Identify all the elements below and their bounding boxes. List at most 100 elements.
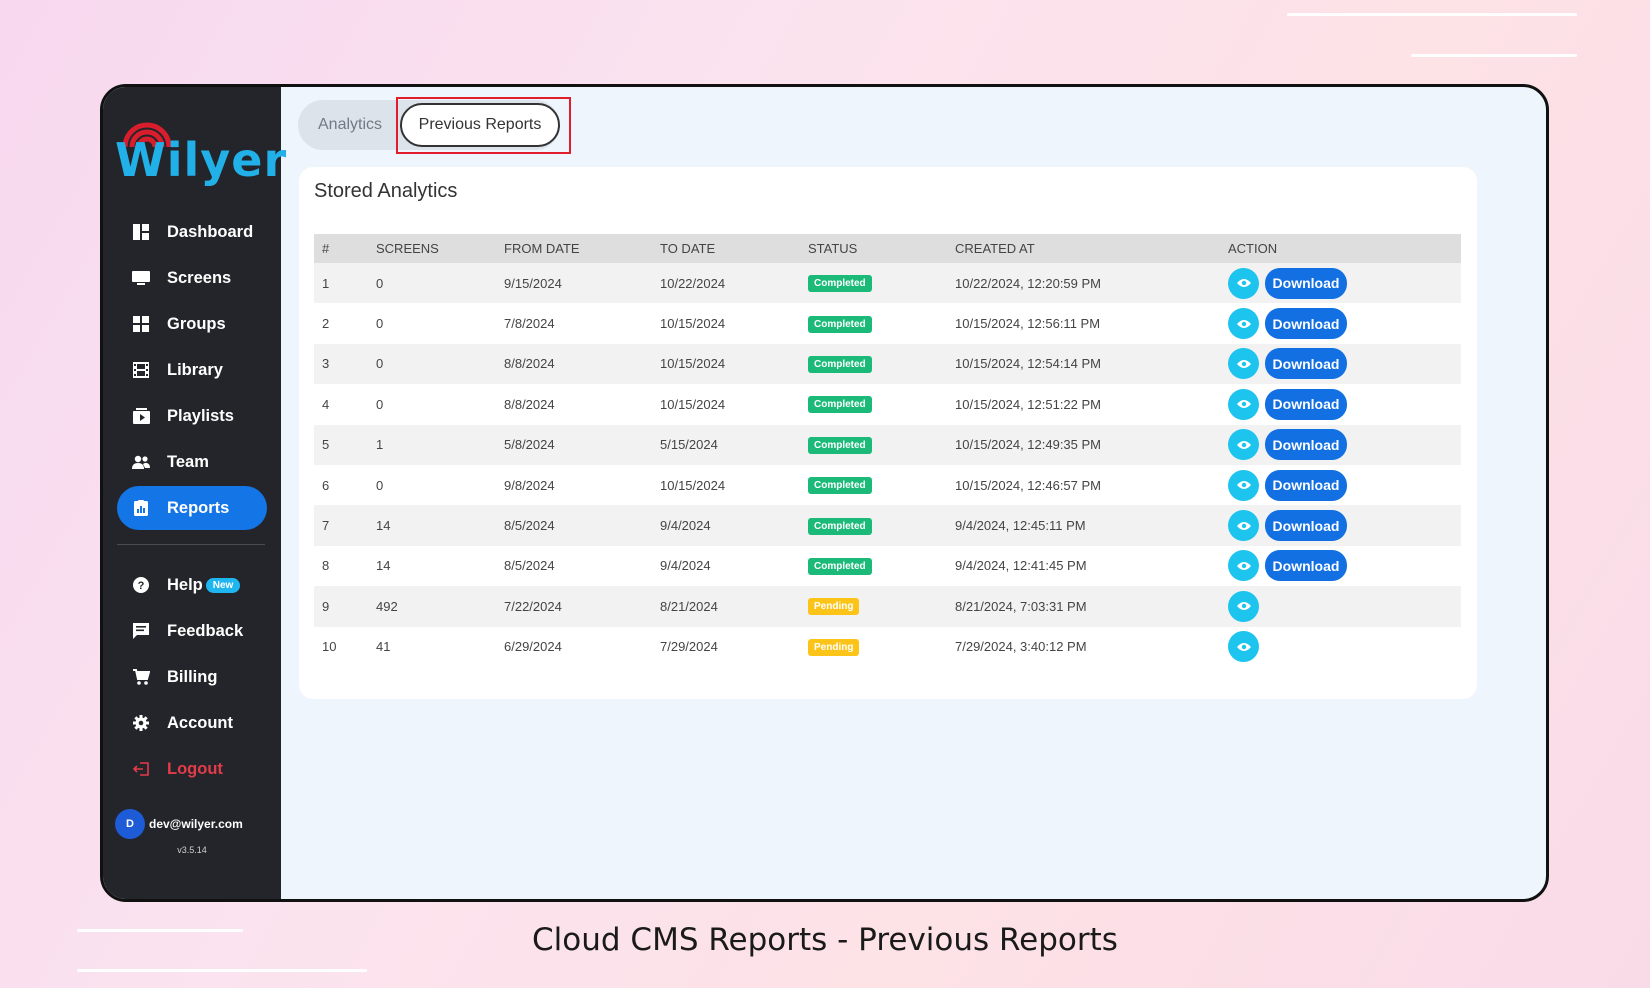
view-button[interactable] — [1228, 348, 1259, 380]
film-icon — [131, 361, 151, 379]
cell-status: Pending — [800, 586, 947, 627]
cell-created-at: 10/15/2024, 12:54:14 PM — [947, 343, 1220, 385]
cell-screens: 492 — [368, 586, 496, 627]
sidebar-item-billing[interactable]: Billing — [117, 655, 267, 699]
sidebar: Wilyer Dashboard Screens Groups Library … — [103, 87, 286, 899]
cell-from-date: 5/8/2024 — [496, 424, 652, 465]
sidebar-item-playlists[interactable]: Playlists — [117, 394, 267, 438]
table-row: 5 1 5/8/2024 5/15/2024 Completed 10/15/2024, … — [314, 424, 1461, 465]
sidebar-item-dashboard[interactable]: Dashboard — [117, 210, 267, 254]
cell-from-date: 7/8/2024 — [504, 316, 555, 332]
status-badge: Completed — [808, 517, 872, 535]
view-button[interactable] — [1228, 510, 1259, 542]
sidebar-item-team[interactable]: Team — [117, 440, 267, 484]
status-badge: Completed — [808, 315, 872, 333]
user-profile[interactable]: D dev@wilyer.com — [115, 809, 243, 839]
cell-to-date: 10/15/2024 — [652, 343, 800, 385]
cell-number: 6 — [322, 477, 330, 493]
sidebar-item-label: Billing — [167, 667, 218, 686]
feedback-icon — [131, 622, 151, 640]
main-content: Analytics Previous Reports Stored Analyt… — [281, 87, 1546, 899]
cell-to-date: 8/21/2024 — [652, 586, 800, 627]
view-button[interactable] — [1228, 469, 1259, 501]
sidebar-item-account[interactable]: Account — [117, 701, 267, 745]
cell-number: 2 — [322, 316, 330, 332]
cell-number: 10 — [322, 639, 337, 655]
download-button[interactable]: Download — [1265, 429, 1347, 461]
eye-icon — [1236, 400, 1251, 409]
download-button[interactable]: Download — [1265, 469, 1347, 501]
app-version: v3.5.14 — [177, 845, 207, 855]
cell-from-date: 8/5/2024 — [504, 558, 555, 574]
cell-number: 7 — [314, 505, 368, 546]
cell-from-date: 9/8/2024 — [504, 477, 555, 493]
gear-icon — [131, 714, 151, 732]
tab-analytics[interactable]: Analytics — [318, 116, 382, 134]
status-badge: Completed — [808, 436, 872, 454]
sidebar-item-logout[interactable]: Logout — [117, 747, 267, 791]
cart-icon — [131, 668, 151, 686]
view-button[interactable] — [1228, 631, 1259, 663]
view-button[interactable] — [1228, 429, 1259, 461]
download-button[interactable]: Download — [1265, 388, 1347, 420]
cell-action: Download — [1220, 465, 1461, 505]
eye-icon — [1236, 319, 1251, 328]
cell-created-at: 9/4/2024, 12:45:11 PM — [947, 505, 1220, 546]
eye-icon — [1236, 359, 1251, 368]
col-header-status: STATUS — [800, 234, 947, 263]
logout-icon — [131, 760, 151, 778]
decorative-line — [1287, 13, 1577, 16]
sidebar-item-label: Library — [167, 360, 223, 379]
logo[interactable]: Wilyer — [115, 115, 286, 187]
sidebar-item-label: Logout — [167, 759, 223, 778]
download-button[interactable]: Download — [1265, 550, 1347, 582]
sidebar-item-screens[interactable]: Screens — [117, 256, 267, 300]
sidebar-item-feedback[interactable]: Feedback — [117, 609, 267, 653]
view-button[interactable] — [1228, 267, 1259, 299]
view-button[interactable] — [1228, 388, 1259, 420]
view-button[interactable] — [1228, 308, 1259, 340]
sidebar-item-label: Help — [167, 575, 203, 594]
download-button[interactable]: Download — [1265, 348, 1347, 380]
cell-to-date: 5/15/2024 — [652, 424, 800, 465]
col-header-screens: SCREENS — [368, 234, 496, 263]
view-button[interactable] — [1228, 590, 1259, 622]
cell-status: Completed — [800, 546, 947, 586]
cell-number: 5 — [314, 424, 368, 465]
cell-number: 8 — [322, 558, 330, 574]
playlist-icon — [131, 407, 151, 425]
download-button[interactable]: Download — [1265, 308, 1347, 340]
sidebar-item-library[interactable]: Library — [117, 348, 267, 392]
cell-screens: 0 — [376, 396, 384, 412]
eye-icon — [1236, 642, 1251, 651]
cell-screens: 0 — [376, 477, 384, 493]
cell-status: Completed — [800, 424, 947, 465]
team-icon — [131, 453, 151, 471]
table-body: 1 0 9/15/2024 10/22/2024 Completed 10/22/2024… — [314, 263, 1461, 667]
status-badge: Pending — [808, 598, 860, 616]
download-button[interactable]: Download — [1265, 510, 1347, 542]
table-row: 10 41 6/29/2024 7/29/2024 Pending 7/29/2024, … — [314, 627, 1461, 667]
eye-icon — [1236, 279, 1251, 288]
sidebar-item-groups[interactable]: Groups — [117, 302, 267, 346]
cell-action — [1220, 586, 1461, 627]
sidebar-item-label: Screens — [167, 268, 232, 287]
cell-action: Download — [1220, 424, 1461, 465]
cell-screens: 14 — [368, 505, 496, 546]
view-button[interactable] — [1228, 550, 1259, 582]
sidebar-item-help[interactable]: ? Help New — [117, 563, 267, 607]
table-row: 3 0 8/8/2024 10/15/2024 Completed 10/15/2024,… — [314, 343, 1461, 385]
sidebar-item-reports[interactable]: Reports — [117, 486, 267, 530]
cell-action: Download — [1220, 303, 1461, 343]
cell-created-at: 9/4/2024, 12:41:45 PM — [955, 558, 1087, 574]
cell-status: Completed — [800, 384, 947, 424]
sidebar-divider — [117, 544, 265, 545]
cell-action: Download — [1220, 505, 1461, 546]
decorative-line — [1411, 54, 1577, 57]
cell-status: Completed — [800, 465, 947, 505]
col-header-action: ACTION — [1220, 234, 1461, 263]
cell-status: Completed — [800, 303, 947, 343]
cell-status: Completed — [800, 505, 947, 546]
download-button[interactable]: Download — [1265, 267, 1347, 299]
status-badge: Pending — [808, 638, 860, 656]
